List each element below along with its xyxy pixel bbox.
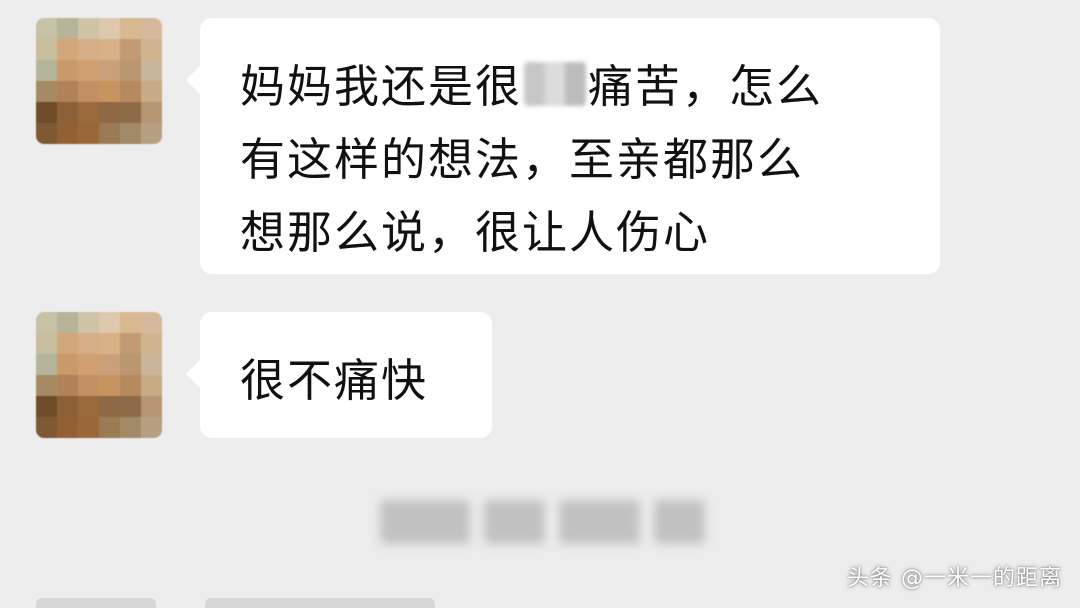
next-bubble-edge xyxy=(205,598,435,608)
next-avatar-edge xyxy=(36,598,156,608)
message-line: 想那么说，很让人伤心 xyxy=(240,206,711,259)
message-text-before-redaction: 妈妈我还是很 xyxy=(240,60,523,113)
message-line: 有这样的想法，至亲都那么 xyxy=(240,133,805,186)
message-line: 妈妈我还是很 痛苦，怎么 xyxy=(240,50,910,123)
chat-message-bubble[interactable]: 妈妈我还是很 痛苦，怎么 有这样的想法，至亲都那么 想那么说，很让人伤心 xyxy=(186,18,940,274)
message-text: 很不痛快 xyxy=(240,354,429,407)
message-text-after-redaction: 痛苦，怎么 xyxy=(588,60,824,113)
chat-message-bubble[interactable]: 很不痛快 xyxy=(186,312,492,438)
blurred-timestamp xyxy=(380,500,705,544)
redacted-text xyxy=(524,62,587,106)
watermark: 头条 @一米一的距离 xyxy=(847,566,1062,591)
avatar[interactable] xyxy=(36,312,162,438)
avatar[interactable] xyxy=(36,18,162,144)
